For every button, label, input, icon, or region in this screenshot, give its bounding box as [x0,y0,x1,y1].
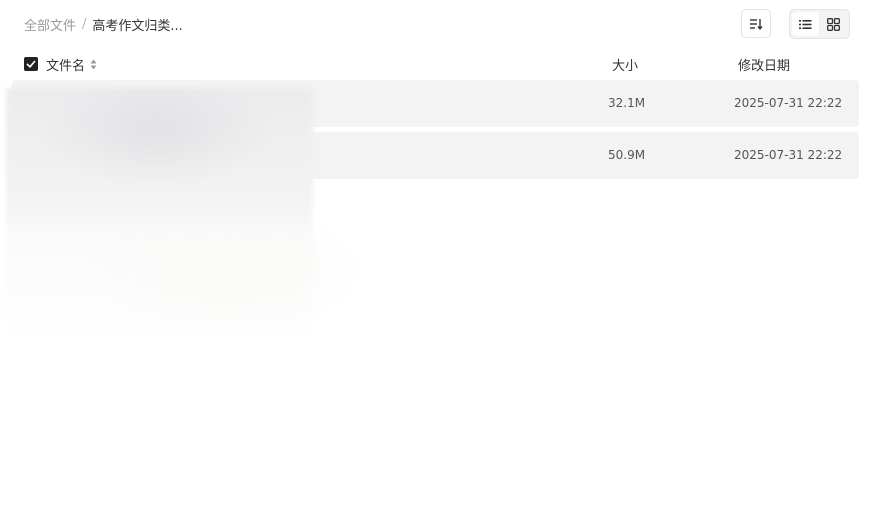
file-browser: 全部文件 / 高考作文归类... 文件名 大小 修改日期 32.1M 2025-… [0,0,874,514]
file-modified-date: 2025-07-31 22:22 [734,148,843,162]
check-icon [26,60,36,68]
file-modified-date: 2025-07-31 22:22 [734,96,843,110]
file-size: 32.1M [608,96,646,110]
breadcrumb-current-folder: 高考作文归类... [92,18,183,34]
list-view-icon [798,19,812,29]
grid-view-button[interactable] [821,12,848,36]
file-size: 50.9M [608,148,646,162]
list-view-button[interactable] [792,12,819,36]
column-name-label: 文件名 [46,59,86,74]
sort-button[interactable] [741,9,771,38]
redacted-blur-region-lower [90,225,365,335]
column-header-size: 大小 [612,59,639,74]
breadcrumb-root-link[interactable]: 全部文件 [24,15,76,34]
breadcrumb: 全部文件 / 高考作文归类... [24,14,183,34]
column-header-date: 修改日期 [738,59,791,74]
table-header: 文件名 大小 修改日期 [12,52,859,76]
sort-list-icon [750,18,763,30]
sort-caret-icon[interactable] [90,59,97,70]
grid-view-icon [827,17,841,31]
column-header-name[interactable]: 文件名 [46,55,97,74]
view-switch [789,9,850,39]
breadcrumb-separator: / [82,16,87,32]
select-all-checkbox[interactable] [24,57,38,71]
